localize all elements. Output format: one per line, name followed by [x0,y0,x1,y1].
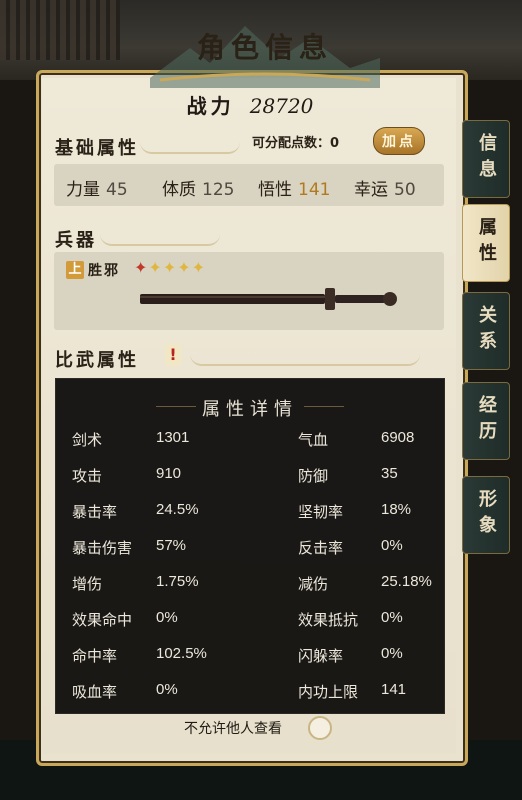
tab-info[interactable]: 信息 [462,120,510,198]
detail-label: 暴击率 [72,503,118,521]
background-building [0,0,120,60]
detail-label: 坚韧率 [298,503,344,521]
detail-value: 24.5% [156,501,199,518]
tab-relations[interactable]: 关系 [462,292,510,370]
star-icon: ✦ [191,258,207,277]
weapon-heading: 兵器 [55,230,97,251]
detail-label: 暴击伤害 [72,539,133,557]
star-icon: ✦ [177,258,192,277]
detail-value: 0% [156,609,178,626]
attribute-details-popup: 属性详情 剑术 1301 气血 6908 攻击 910 防御 35 暴击率 24… [55,378,445,714]
basic-attributes-heading: 基础属性 [55,138,139,159]
detail-label: 增伤 [72,575,103,593]
tab-history[interactable]: 经历 [462,382,510,460]
detail-value: 910 [156,465,182,482]
stat-insight: 悟性 141 [258,175,330,200]
stat-value: 125 [202,180,235,200]
detail-label: 效果命中 [72,611,133,629]
detail-value: 0% [381,645,403,662]
allocatable-points: 可分配点数：0 [252,136,340,151]
stat-label: 幸运 [354,180,388,200]
detail-value: 6908 [381,429,415,446]
detail-value: 0% [156,681,178,698]
privacy-label: 不允许他人查看 [184,721,282,737]
detail-label: 吸血率 [72,683,118,701]
weapon-tier-badge: 上 [66,261,84,279]
stat-strength: 力量 45 [66,175,128,200]
detail-label: 效果抵抗 [298,611,359,629]
cloud-divider [190,354,420,366]
detail-value: 25.18% [381,573,432,590]
power-label: 战力 [186,94,235,118]
weapon-stars: ✦✦✦✦✦ [134,258,206,277]
stat-value: 45 [106,180,128,200]
popup-title: 属性详情 [202,399,298,420]
combat-power: 战力 28720 [60,90,440,120]
detail-label: 命中率 [72,647,118,665]
cloud-divider [100,234,220,246]
stat-luck: 幸运 50 [354,175,416,200]
power-value: 28720 [249,94,314,118]
detail-label: 攻击 [72,467,103,485]
stat-value: 141 [298,180,331,200]
stat-value: 50 [394,180,416,200]
window-title: 角色信息 [196,31,333,64]
detail-label: 闪躲率 [298,647,344,665]
privacy-option[interactable]: 不允许他人查看 [56,716,444,740]
detail-value: 141 [381,681,407,698]
detail-label: 剑术 [72,431,103,449]
detail-value: 0% [381,537,403,554]
detail-label: 防御 [298,467,329,485]
tab-appearance[interactable]: 形象 [462,476,510,554]
privacy-radio-button[interactable] [308,716,332,740]
stat-label: 力量 [66,180,100,200]
detail-value: 1301 [156,429,190,446]
detail-value: 35 [381,465,398,482]
stat-label: 悟性 [258,180,292,200]
combat-attributes-heading: 比武属性 [55,350,139,371]
detail-label: 气血 [298,431,329,449]
star-icon: ✦ [162,258,178,277]
detail-value: 57% [156,537,187,554]
weapon-name: 胜邪 [88,263,120,279]
detail-label: 减伤 [298,575,329,593]
detail-value: 1.75% [156,573,199,590]
hint-exclamation-icon[interactable]: ! [165,344,181,366]
stat-label: 体质 [162,180,196,200]
detail-label: 内功上限 [298,683,359,701]
add-points-button[interactable]: 加点 [373,127,425,155]
detail-label: 反击率 [298,539,344,557]
detail-value: 18% [381,501,412,518]
detail-value: 0% [381,609,403,626]
detail-value: 102.5% [156,645,207,662]
tab-attributes[interactable]: 属性 [462,204,510,282]
star-icon: ✦ [148,258,163,277]
stat-constitution: 体质 125 [162,175,234,200]
star-icon: ✦ [134,258,149,277]
cloud-divider [140,142,240,154]
sword-icon[interactable] [140,285,398,313]
